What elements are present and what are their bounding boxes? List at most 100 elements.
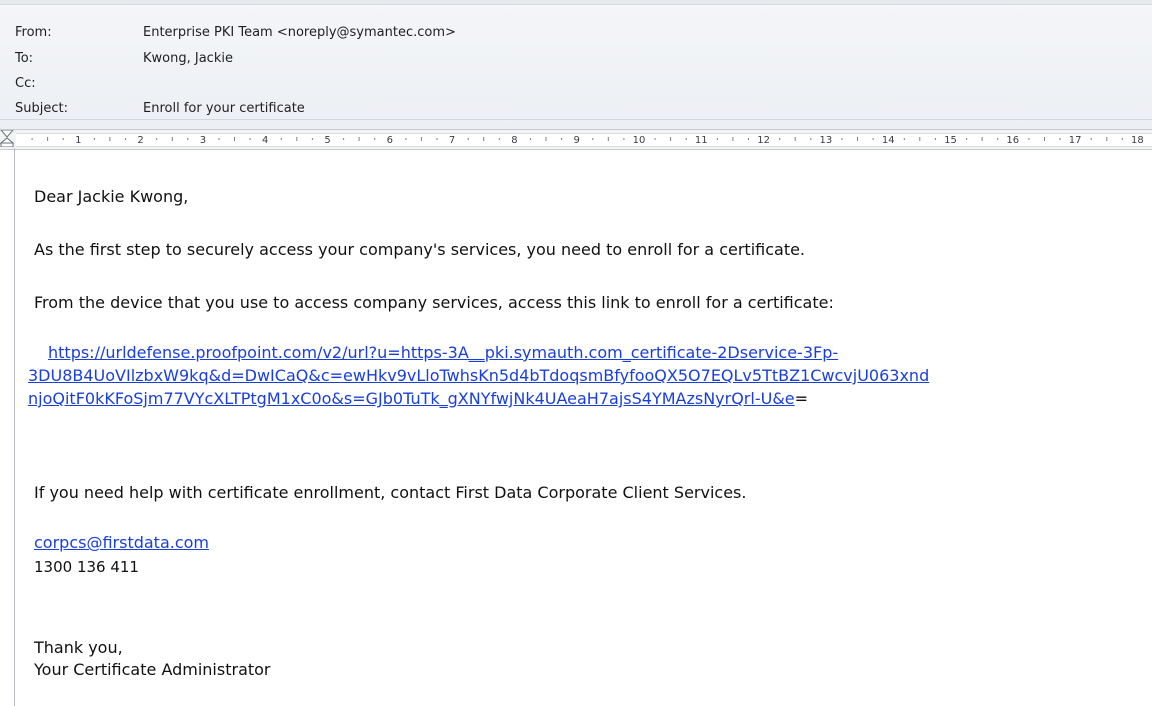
header-divider	[0, 119, 1152, 120]
ruler-number: 13	[820, 135, 833, 146]
ruler-number: 4	[262, 135, 268, 146]
ruler-tick	[997, 138, 999, 140]
ruler-tick	[1121, 138, 1123, 140]
ruler-tick	[919, 137, 921, 141]
ruler-tick	[296, 137, 298, 141]
ruler-tick	[234, 137, 235, 141]
ruler-tick	[1028, 138, 1030, 140]
contact-phone: 1300 136 411	[34, 558, 139, 576]
ruler-tick	[1106, 137, 1108, 141]
enroll-link-part-3[interactable]: njoQitF0kKFoSjm77VYcXLTPtgM1xC0o&s=GJb0T…	[28, 389, 795, 408]
ruler-tick	[872, 138, 874, 140]
ruler-tick	[934, 138, 936, 140]
ruler-number: 14	[882, 135, 895, 146]
ruler-tick	[779, 138, 781, 140]
ruler-tick	[561, 138, 563, 140]
subject-label: Subject:	[15, 101, 68, 116]
ruler-tick	[483, 137, 485, 141]
to-value[interactable]: Kwong, Jackie	[143, 51, 233, 66]
ruler-number: 8	[511, 135, 517, 146]
ruler-tick	[125, 138, 126, 140]
ruler-number: 10	[633, 135, 646, 146]
ruler-tick	[171, 137, 173, 141]
contact-email-line[interactable]: corpcs@firstdata.com	[34, 532, 209, 554]
from-value[interactable]: Enterprise PKI Team <noreply@symantec.co…	[143, 25, 456, 40]
ruler-number: 2	[137, 135, 143, 146]
ruler-tick	[374, 138, 376, 140]
to-label: To:	[15, 51, 34, 66]
thanks: Thank you,	[34, 638, 123, 657]
enroll-link-line-3[interactable]: njoQitF0kKFoSjm77VYcXLTPtgM1xC0o&s=GJb0T…	[28, 388, 808, 410]
signature: Your Certificate Administrator	[34, 660, 271, 679]
ruler-number: 15	[944, 135, 957, 146]
cc-label: Cc:	[15, 76, 36, 91]
ruler-tick	[592, 138, 594, 140]
paragraph-1: As the first step to securely access you…	[34, 240, 806, 259]
ruler-tick	[732, 137, 734, 141]
ruler-tick	[748, 138, 749, 140]
help-text: If you need help with certificate enroll…	[34, 483, 747, 502]
ruler-tick	[623, 138, 625, 140]
header-top-border	[0, 0, 1152, 5]
enroll-link-tail: =	[794, 389, 809, 408]
ruler-tick	[187, 138, 189, 140]
ruler-tick	[966, 138, 968, 140]
ruler-tick	[1090, 138, 1092, 140]
ruler-tick	[530, 138, 531, 140]
ruler-number: 6	[387, 135, 393, 146]
ruler-tick	[249, 138, 251, 140]
indent-marker-icon[interactable]	[0, 130, 14, 147]
ruler-tick	[47, 137, 49, 141]
ruler-tick	[109, 137, 111, 141]
ruler-tick	[841, 138, 843, 140]
ruler-number: 12	[757, 135, 770, 146]
enroll-link-part-1[interactable]: https://urldefense.proofpoint.com/v2/url…	[48, 343, 838, 362]
ruler-tick	[1044, 137, 1045, 141]
email-reading-pane: From: Enterprise PKI Team <noreply@syman…	[0, 0, 1152, 706]
ruler-tick	[62, 138, 64, 140]
left-margin-border	[14, 148, 15, 706]
ruler-tick	[405, 138, 407, 140]
paragraph-2: From the device that you use to access c…	[34, 293, 834, 312]
ruler-tick	[280, 138, 282, 140]
ruler-scale: 1 2 3 4 5 6 7 8 9 10 11 12 13 14 15 16 17 18	[31, 135, 1144, 146]
message-header: From: Enterprise PKI Team <noreply@syman…	[0, 0, 1152, 134]
ruler-tick	[358, 137, 360, 141]
ruler-tick	[810, 138, 812, 140]
ruler-tick	[1059, 138, 1061, 140]
greeting: Dear Jackie Kwong,	[34, 187, 189, 206]
ruler-tick	[218, 138, 220, 140]
ruler-number: 11	[695, 135, 708, 146]
enroll-link-line-2[interactable]: 3DU8B4UoVIlzbxW9kq&d=DwICaQ&c=ewHkv9vLlo…	[28, 365, 929, 387]
ruler-number: 1	[75, 135, 81, 146]
ruler-tick	[436, 138, 438, 140]
ruler-tick	[545, 137, 547, 141]
ruler-tick	[654, 138, 656, 140]
ruler-tick	[716, 138, 718, 140]
ruler-tick	[420, 137, 422, 141]
ruler[interactable]: 1 2 3 4 5 6 7 8 9 10 11 12 13 14 15 16 17 18	[0, 129, 1152, 150]
ruler-tick	[981, 137, 983, 141]
from-label: From:	[15, 25, 52, 40]
ruler-tick	[670, 137, 672, 141]
ruler-tick	[607, 137, 609, 141]
ruler-tick	[31, 138, 33, 140]
ruler-tick	[93, 138, 95, 140]
ruler-tick	[794, 137, 796, 141]
ruler-number: 16	[1006, 135, 1019, 146]
ruler-tick	[343, 138, 345, 140]
ruler-tick	[903, 138, 905, 140]
enroll-link-part-2[interactable]: 3DU8B4UoVIlzbxW9kq&d=DwICaQ&c=ewHkv9vLlo…	[28, 366, 929, 385]
ruler-number: 7	[449, 135, 455, 146]
ruler-tick	[498, 138, 500, 140]
subject-value: Enroll for your certificate	[143, 101, 305, 116]
ruler-number: 18	[1131, 135, 1144, 146]
ruler-number: 9	[574, 135, 580, 146]
ruler-tick	[685, 138, 687, 140]
ruler-tick	[857, 137, 858, 141]
enroll-link-line-1[interactable]: https://urldefense.proofpoint.com/v2/url…	[48, 342, 838, 364]
contact-email-link[interactable]: corpcs@firstdata.com	[34, 533, 209, 552]
ruler-number: 17	[1069, 135, 1082, 146]
ruler-tick	[467, 138, 469, 140]
ruler-number: 3	[200, 135, 206, 146]
